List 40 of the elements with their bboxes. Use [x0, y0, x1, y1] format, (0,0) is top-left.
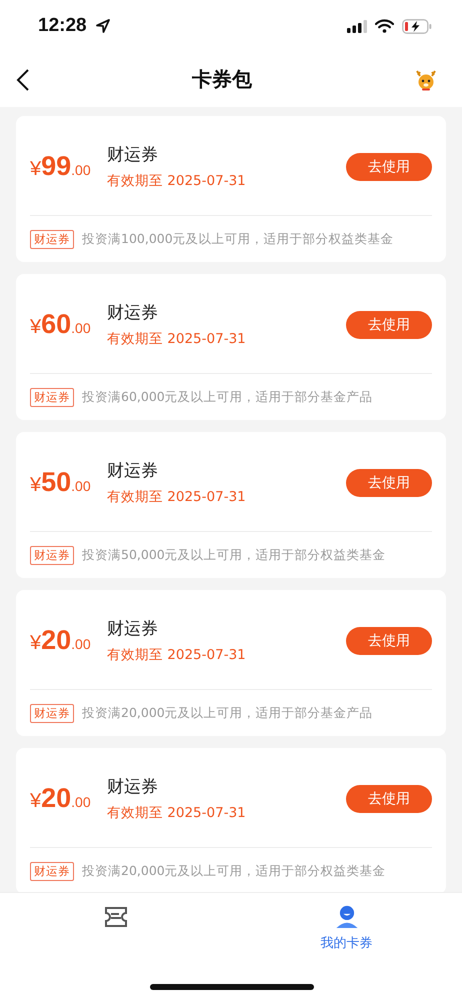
- coupon-amount: ¥20.00: [30, 625, 92, 656]
- wifi-icon: [375, 19, 394, 33]
- coupon-tag: 财运券: [30, 230, 74, 248]
- back-button[interactable]: [16, 68, 30, 92]
- status-time: 12:28: [38, 15, 87, 37]
- use-button[interactable]: 去使用: [346, 310, 432, 338]
- expiry-date: 有效期至 2025-07-31: [107, 488, 247, 506]
- expiry-date: 有效期至 2025-07-31: [107, 646, 247, 664]
- coupon-amount: ¥50.00: [30, 467, 92, 498]
- coupon-name: 财运券: [107, 776, 159, 798]
- coupon-condition: 投资满20,000元及以上可用，适用于部分基金产品: [82, 704, 373, 722]
- coupon-name: 财运券: [107, 618, 159, 640]
- use-button[interactable]: 去使用: [346, 784, 432, 812]
- signal-icon: [347, 20, 367, 32]
- coupon-tag: 财运券: [30, 862, 74, 880]
- coupon-condition: 投资满60,000元及以上可用，适用于部分基金产品: [82, 388, 373, 406]
- coupon-name: 财运券: [107, 144, 159, 166]
- coupon-tag: 财运券: [30, 704, 74, 722]
- coupon-tag: 财运券: [30, 388, 74, 406]
- person-icon: [334, 905, 360, 928]
- expiry-date: 有效期至 2025-07-31: [107, 804, 247, 822]
- battery-charging-icon: [402, 18, 432, 34]
- coupon-name: 财运券: [107, 302, 159, 324]
- expiry-date: 有效期至 2025-07-31: [107, 172, 247, 190]
- expiry-date: 有效期至 2025-07-31: [107, 330, 247, 348]
- use-button[interactable]: 去使用: [346, 626, 432, 654]
- coupon-condition: 投资满50,000元及以上可用，适用于部分权益类基金: [82, 546, 386, 564]
- coupon-tag: 财运券: [30, 546, 74, 564]
- page-title: 卡券包: [192, 66, 252, 93]
- deer-mascot-icon[interactable]: [414, 68, 438, 90]
- coupon-amount: ¥60.00: [30, 309, 92, 340]
- coupon-condition: 投资满100,000元及以上可用，适用于部分权益类基金: [82, 230, 394, 248]
- use-button[interactable]: 去使用: [346, 152, 432, 180]
- location-arrow-icon: [94, 18, 111, 34]
- coupon-condition: 投资满20,000元及以上可用，适用于部分权益类基金: [82, 862, 386, 880]
- coupon-amount: ¥20.00: [30, 783, 92, 814]
- coupon-amount: ¥99.00: [30, 151, 92, 182]
- coupon-name: 财运券: [107, 460, 159, 482]
- ticket-icon: [102, 905, 128, 929]
- use-button[interactable]: 去使用: [346, 468, 432, 496]
